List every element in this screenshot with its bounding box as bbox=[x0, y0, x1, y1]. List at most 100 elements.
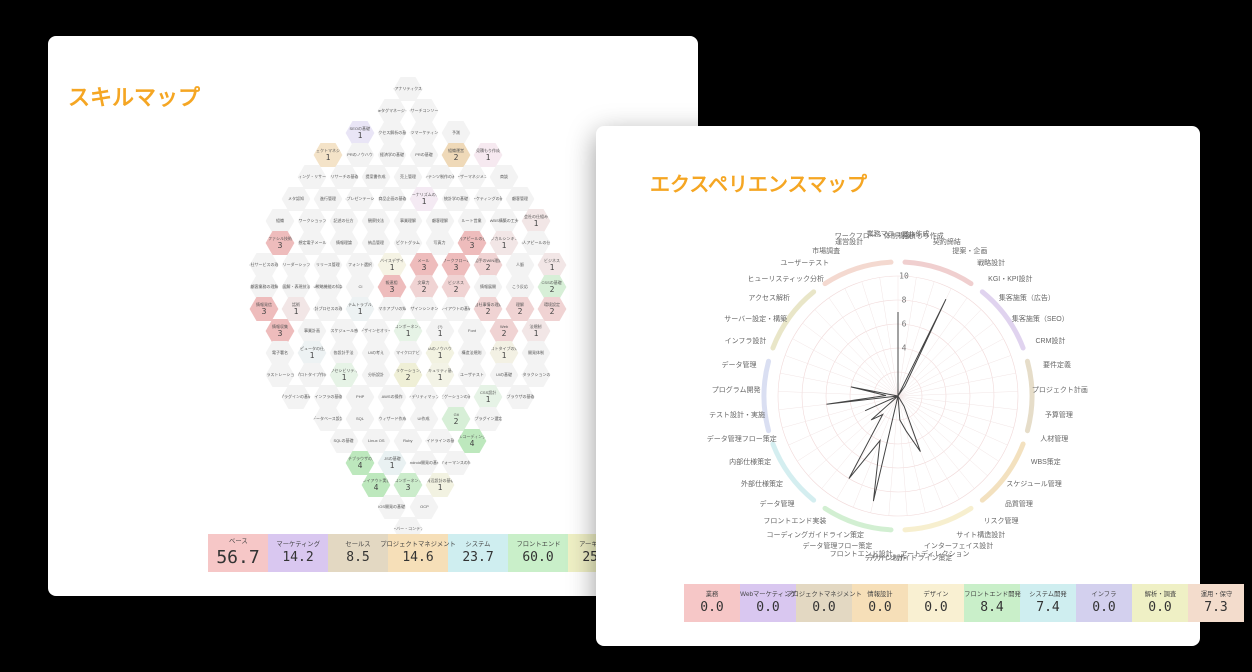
experience-radar-chart: 業務マニュアル作成見積もり作成契約締結提案・企画戦略設計KGI・KPI設計集客施… bbox=[678, 210, 1118, 570]
hex-label: ビジネス bbox=[448, 281, 464, 285]
hex-label: 売上管理 bbox=[400, 175, 416, 179]
hex-label: 事業理解 bbox=[400, 219, 416, 223]
legend-cell: 運用・保守 7.3 bbox=[1188, 584, 1244, 622]
hex-cell: SEOの基礎1 bbox=[345, 120, 375, 146]
radar-axis-label: KGI・KPI設計 bbox=[988, 274, 1032, 284]
hex-cell: 商品企画の基礎 bbox=[377, 186, 407, 212]
hex-label: SEOの基礎 bbox=[350, 127, 370, 131]
hex-label: 提案書作成 bbox=[366, 175, 386, 179]
hex-label: 分析設計 bbox=[368, 373, 384, 377]
legend-label: セールス bbox=[345, 541, 370, 547]
hex-cell: コンテンツ制作の基礎 bbox=[425, 164, 455, 190]
hex-value: 3 bbox=[422, 264, 427, 272]
hex-label: 統計学の基礎 bbox=[444, 197, 468, 201]
hex-label: 社内アピールの仕方 bbox=[457, 237, 487, 241]
hex-label: コンテンツマーケティングの基礎 bbox=[409, 131, 439, 135]
hex-value: 1 bbox=[358, 308, 363, 316]
hex-cell: 周辺設計の基礎1 bbox=[425, 472, 455, 498]
legend-value: 0.0 bbox=[924, 600, 947, 615]
hex-label: 電子署名 bbox=[272, 351, 288, 355]
hex-label: システムトラブル対策 bbox=[345, 303, 375, 307]
hex-cell: ジャーナリズムの基礎1 bbox=[409, 186, 439, 212]
hex-cell: 統計学の基礎 bbox=[441, 186, 471, 212]
radar-axis-label: WBS策定 bbox=[1031, 457, 1061, 467]
hex-label: アクセス解析の基礎 bbox=[377, 131, 407, 135]
hex-label: ワークショップ bbox=[298, 219, 326, 223]
hex-label: リーダーシップ bbox=[282, 263, 310, 267]
hex-cell: PRの基礎 bbox=[409, 142, 439, 168]
hex-label: 自社事情の理解 bbox=[474, 303, 502, 307]
hex-label: レイアウトの基礎 bbox=[441, 307, 471, 311]
radar-tick-label: 10 bbox=[899, 272, 909, 281]
hex-label: 商談 bbox=[500, 175, 508, 179]
hex-cell: 図解・表現技法 bbox=[281, 274, 311, 300]
hex-value: 4 bbox=[374, 484, 379, 492]
hex-label: 営業プレゼンテーション bbox=[345, 197, 375, 201]
hex-label: ファシル技術 bbox=[268, 237, 292, 241]
hex-label: 顧客理解 bbox=[432, 219, 448, 223]
radar-axis-label: 提案・企画 bbox=[952, 246, 987, 256]
hex-cell: 話術1 bbox=[281, 296, 311, 322]
hex-cell: IAのノウハウ1 bbox=[425, 340, 455, 366]
hex-cell: ルート営業 bbox=[457, 208, 487, 234]
radar-axis-label: データ管理 bbox=[721, 360, 756, 370]
hex-value: 1 bbox=[502, 242, 507, 250]
hex-cell: 自社ワークフローの理解3 bbox=[441, 252, 471, 278]
hex-cell: コンポーネント1 bbox=[393, 318, 423, 344]
hex-value: 3 bbox=[470, 242, 475, 250]
hex-label: スケジュール感 bbox=[330, 329, 358, 333]
hex-label: Webアクセシビリティの知識 bbox=[329, 369, 359, 373]
hex-cell: PRのノウハウ bbox=[345, 142, 375, 168]
legend-value: 0.0 bbox=[868, 600, 891, 615]
hex-label: インフラの基礎 bbox=[314, 395, 342, 399]
legend-label: 運用・保守 bbox=[1200, 591, 1232, 597]
hex-cell: 情報収集3 bbox=[265, 318, 295, 344]
hex-label: 会社の仕組み bbox=[524, 215, 548, 219]
hex-cell: データベース設計 bbox=[313, 406, 343, 432]
hex-value: 1 bbox=[294, 308, 299, 316]
hex-label: マーケティング・リサーチの基礎 bbox=[297, 175, 327, 179]
hex-label: プラグイン選定 bbox=[474, 417, 502, 421]
hex-value: 1 bbox=[550, 264, 555, 272]
hex-cell: ガイドラインの基礎 bbox=[425, 428, 455, 454]
hex-value: 1 bbox=[406, 330, 411, 338]
hex-value: 1 bbox=[342, 374, 347, 382]
hex-value: 2 bbox=[502, 330, 507, 338]
hex-cell: ビジネス2 bbox=[441, 274, 471, 300]
hex-cell: UIの考え bbox=[361, 340, 391, 366]
hex-cell: 商談 bbox=[489, 164, 519, 190]
skill-map-title: スキルマップ bbox=[68, 80, 200, 112]
legend-label: プロジェクトマネジメント bbox=[786, 591, 862, 597]
hex-cell: 設計プロセスの理解 bbox=[313, 296, 343, 322]
hex-label: IAのノウハウ bbox=[428, 347, 452, 351]
legend-label: 情報設計 bbox=[867, 591, 892, 597]
hex-label: ロジカルシンキング bbox=[489, 237, 519, 241]
hex-cell: UI作成 bbox=[409, 406, 439, 432]
hex-label: PRのノウハウ bbox=[347, 153, 373, 157]
hex-label: 自社ワークフローの理解 bbox=[441, 259, 471, 263]
legend-label: システム bbox=[465, 541, 490, 547]
radar-axis-label: ワークフロー・体制構築 bbox=[835, 231, 912, 241]
hex-cell: コンテンツマーケティングの基礎 bbox=[409, 120, 439, 146]
hex-label: プラグインの基礎 bbox=[281, 395, 311, 399]
hex-cell: Git2 bbox=[441, 406, 471, 432]
hex-value: 1 bbox=[486, 154, 491, 162]
legend-label: デザイン bbox=[923, 591, 948, 597]
legend-cell: フロントエンド60.0 bbox=[508, 534, 568, 572]
hex-value: 3 bbox=[278, 330, 283, 338]
legend-value: 14.2 bbox=[282, 550, 313, 565]
legend-value: 7.3 bbox=[1204, 600, 1227, 615]
hex-label: 文章力 bbox=[418, 281, 430, 285]
hex-cell: メール3 bbox=[409, 252, 439, 278]
hex-cell: CSS設計1 bbox=[473, 384, 503, 410]
hex-value: 3 bbox=[454, 264, 459, 272]
hex-label: PRの基礎 bbox=[415, 153, 433, 157]
radar-axis-label: フロントエンド実装 bbox=[763, 516, 826, 526]
legend-value: 60.0 bbox=[522, 550, 553, 565]
hex-label: マーケティングの基礎 bbox=[473, 197, 503, 201]
radar-axis-label: 集客施策（SEO） bbox=[1012, 314, 1069, 324]
hex-label: Webサーバー・コンテナの基礎 bbox=[393, 527, 423, 531]
hex-value: 2 bbox=[454, 286, 459, 294]
hex-cell: セキュリティ基礎1 bbox=[425, 362, 455, 388]
hex-value: 1 bbox=[310, 352, 315, 360]
